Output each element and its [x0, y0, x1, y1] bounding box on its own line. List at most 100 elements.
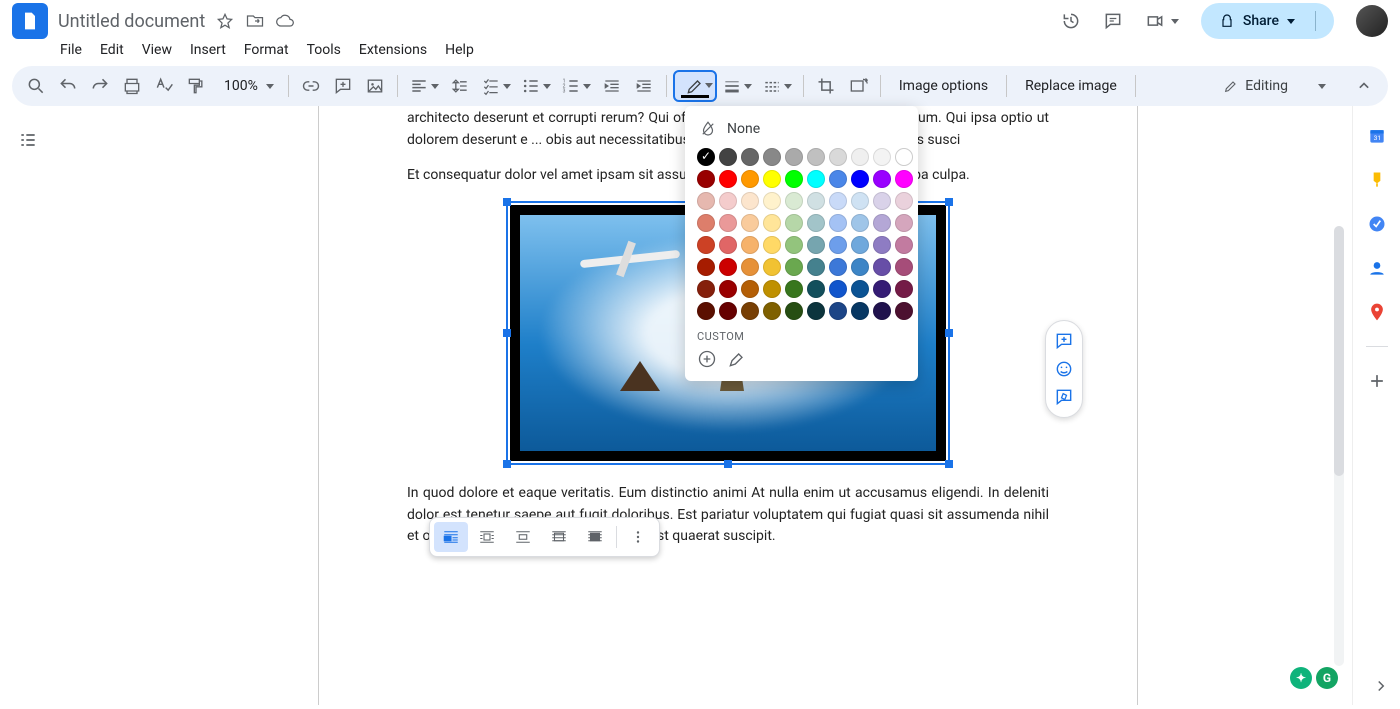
replace-image-button[interactable]: Replace image: [1015, 78, 1127, 94]
color-swatch[interactable]: [895, 170, 913, 188]
color-swatch[interactable]: [851, 148, 869, 166]
account-avatar[interactable]: [1356, 5, 1388, 37]
color-swatch[interactable]: [697, 170, 715, 188]
resize-handle[interactable]: [503, 198, 511, 206]
insert-image-button[interactable]: [361, 72, 389, 100]
eyedropper-button[interactable]: [727, 349, 747, 369]
resize-handle[interactable]: [503, 329, 511, 337]
color-swatch[interactable]: [829, 302, 847, 320]
doc-title[interactable]: Untitled document: [58, 11, 205, 32]
color-swatch[interactable]: [873, 192, 891, 210]
color-swatch[interactable]: [785, 280, 803, 298]
scrollbar-thumb[interactable]: [1334, 226, 1344, 476]
cloud-status-icon[interactable]: [275, 11, 295, 31]
color-swatch[interactable]: [851, 236, 869, 254]
color-swatch[interactable]: [829, 236, 847, 254]
resize-handle[interactable]: [503, 460, 511, 468]
color-swatch[interactable]: [719, 170, 737, 188]
color-swatch[interactable]: [873, 236, 891, 254]
border-color-button[interactable]: [675, 72, 715, 100]
menu-tools[interactable]: Tools: [307, 42, 341, 58]
border-weight-button[interactable]: [719, 72, 755, 100]
star-icon[interactable]: [215, 11, 235, 31]
color-swatch[interactable]: [741, 214, 759, 232]
color-swatch[interactable]: [763, 258, 781, 276]
color-swatch[interactable]: [895, 280, 913, 298]
color-swatch[interactable]: [763, 236, 781, 254]
color-swatch[interactable]: [851, 258, 869, 276]
menu-insert[interactable]: Insert: [190, 42, 226, 58]
color-swatch[interactable]: [851, 214, 869, 232]
menu-file[interactable]: File: [60, 42, 82, 58]
indent-increase-button[interactable]: [630, 72, 658, 100]
color-swatch[interactable]: [741, 258, 759, 276]
color-swatch[interactable]: [741, 280, 759, 298]
reset-image-button[interactable]: [844, 72, 872, 100]
color-swatch[interactable]: [807, 302, 825, 320]
calendar-icon[interactable]: 31: [1367, 126, 1387, 146]
align-button[interactable]: [406, 72, 442, 100]
color-swatch[interactable]: [829, 258, 847, 276]
color-swatch[interactable]: [785, 192, 803, 210]
docs-logo[interactable]: [12, 3, 48, 39]
mode-switcher[interactable]: Editing: [1213, 74, 1336, 98]
wrap-behind-button[interactable]: [542, 522, 576, 552]
color-swatch[interactable]: [829, 280, 847, 298]
color-swatch[interactable]: [873, 214, 891, 232]
menu-format[interactable]: Format: [244, 42, 289, 58]
color-swatch[interactable]: [829, 192, 847, 210]
resize-handle[interactable]: [945, 198, 953, 206]
color-swatch[interactable]: [873, 302, 891, 320]
color-swatch[interactable]: [873, 170, 891, 188]
color-swatch[interactable]: [785, 236, 803, 254]
zoom-select[interactable]: 100%: [214, 78, 280, 94]
color-swatch[interactable]: [895, 236, 913, 254]
resize-handle[interactable]: [724, 460, 732, 468]
wrap-inline-button[interactable]: [434, 522, 468, 552]
color-swatch[interactable]: [785, 302, 803, 320]
wrap-text-button[interactable]: [470, 522, 504, 552]
image-options-button[interactable]: Image options: [889, 78, 998, 94]
color-swatch[interactable]: [741, 148, 759, 166]
color-swatch[interactable]: [763, 148, 781, 166]
color-swatch[interactable]: [851, 302, 869, 320]
history-icon[interactable]: [1061, 11, 1081, 31]
color-swatch[interactable]: [741, 302, 759, 320]
color-swatch[interactable]: [741, 236, 759, 254]
menu-extensions[interactable]: Extensions: [359, 42, 427, 58]
color-swatch[interactable]: [719, 148, 737, 166]
emoji-icon[interactable]: [1054, 359, 1074, 379]
menu-help[interactable]: Help: [445, 42, 474, 58]
add-comment-button[interactable]: [329, 72, 357, 100]
color-swatch[interactable]: [829, 170, 847, 188]
color-swatch[interactable]: [697, 258, 715, 276]
color-swatch[interactable]: [895, 192, 913, 210]
color-swatch[interactable]: [697, 236, 715, 254]
color-none-option[interactable]: None: [697, 116, 906, 148]
color-swatch[interactable]: [697, 192, 715, 210]
color-swatch[interactable]: [719, 214, 737, 232]
color-swatch[interactable]: [785, 148, 803, 166]
menu-edit[interactable]: Edit: [100, 42, 124, 58]
color-swatch[interactable]: [807, 280, 825, 298]
maps-icon[interactable]: [1367, 302, 1387, 322]
color-swatch[interactable]: [895, 214, 913, 232]
color-swatch[interactable]: [697, 148, 715, 166]
color-swatch[interactable]: [807, 192, 825, 210]
color-swatch[interactable]: [829, 148, 847, 166]
color-swatch[interactable]: [873, 280, 891, 298]
move-icon[interactable]: [245, 11, 265, 31]
contacts-icon[interactable]: [1367, 258, 1387, 278]
color-swatch[interactable]: [763, 214, 781, 232]
color-swatch[interactable]: [719, 302, 737, 320]
menu-view[interactable]: View: [142, 42, 172, 58]
color-swatch[interactable]: [785, 214, 803, 232]
color-swatch[interactable]: [851, 192, 869, 210]
tasks-icon[interactable]: [1367, 214, 1387, 234]
color-swatch[interactable]: [895, 302, 913, 320]
color-swatch[interactable]: [763, 170, 781, 188]
redo-button[interactable]: [86, 72, 114, 100]
share-button[interactable]: Share: [1201, 3, 1334, 39]
color-swatch[interactable]: [697, 302, 715, 320]
numbered-list-button[interactable]: 123: [558, 72, 594, 100]
